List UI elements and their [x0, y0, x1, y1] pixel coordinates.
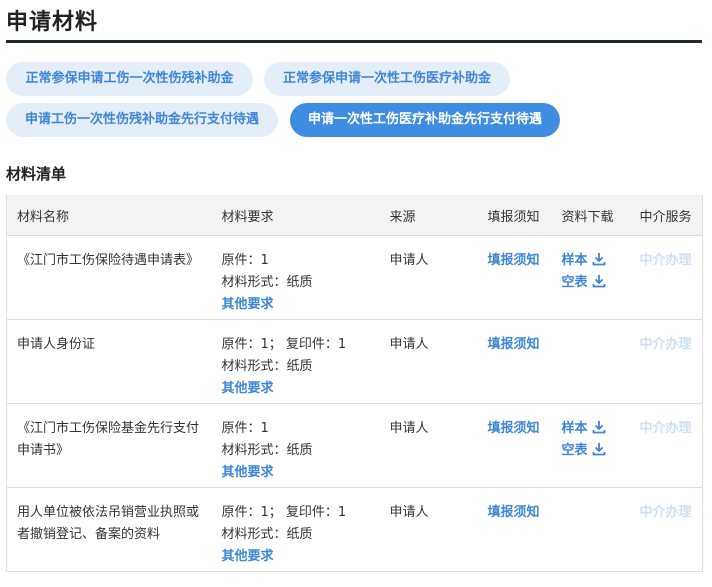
- fill-notice-link[interactable]: 填报须知: [488, 337, 540, 352]
- blank-form-label: 空表: [561, 275, 588, 290]
- sample-download-link[interactable]: 样本: [562, 250, 630, 272]
- column-header: 来源: [379, 195, 478, 236]
- requirement-copies: 原件：1； 复印件：1: [221, 505, 347, 520]
- material-name: 《江门市工伤保险待遇申请表》: [6, 235, 212, 320]
- column-header: 中介服务: [629, 195, 703, 236]
- material-name: 《江门市工伤保险基金先行支付申请书》: [6, 403, 212, 488]
- download-icon: [592, 443, 605, 456]
- fill-notice-link[interactable]: 填报须知: [488, 253, 540, 268]
- table-row: 《江门市工伤保险基金先行支付申请书》 原件：1 材料形式：纸质 其他要求 申请人…: [6, 403, 703, 488]
- agency-service-link: 中介办理: [639, 253, 692, 268]
- requirement-form: 材料形式：纸质: [221, 527, 313, 542]
- column-header: 材料名称: [6, 195, 212, 236]
- title-divider: [6, 40, 702, 43]
- requirement-form: 材料形式：纸质: [221, 275, 313, 290]
- download-icon: [592, 421, 605, 434]
- requirement-copies: 原件：1: [221, 253, 269, 268]
- column-header: 资料下载: [551, 195, 630, 236]
- other-requirements-link[interactable]: 其他要求: [222, 546, 380, 568]
- material-source: 申请人: [379, 319, 478, 404]
- requirement-form: 材料形式：纸质: [221, 359, 313, 374]
- download-cell: 样本 空表: [551, 235, 630, 320]
- requirement-copies: 原件：1: [221, 421, 269, 436]
- blank-form-download-link[interactable]: 空表: [562, 272, 630, 294]
- download-icon: [592, 275, 605, 288]
- column-header: 填报须知: [477, 195, 552, 236]
- blank-form-label: 空表: [561, 443, 588, 458]
- download-cell: [551, 487, 630, 572]
- table-row: 申请人身份证 原件：1； 复印件：1 材料形式：纸质 其他要求 申请人 填报须知…: [6, 319, 703, 404]
- requirement-copies: 原件：1； 复印件：1: [221, 337, 347, 352]
- section-title: 材料清单: [6, 165, 67, 183]
- other-requirements-link[interactable]: 其他要求: [222, 378, 380, 400]
- sample-label: 样本: [561, 253, 588, 268]
- blank-form-download-link[interactable]: 空表: [562, 440, 630, 462]
- sample-download-link[interactable]: 样本: [562, 418, 630, 440]
- sample-label: 样本: [561, 421, 588, 436]
- table-header-row: 材料名称 材料要求 来源 填报须知 资料下载 中介服务: [6, 195, 703, 236]
- table-row: 用人单位被依法吊销营业执照或者撤销登记、备案的资料 原件：1； 复印件：1 材料…: [6, 487, 703, 572]
- material-requirements: 原件：1； 复印件：1 材料形式：纸质 其他要求: [211, 487, 380, 572]
- material-requirements: 原件：1； 复印件：1 材料形式：纸质 其他要求: [211, 319, 380, 404]
- tab-advance-medical-subsidy[interactable]: 申请一次性工伤医疗补助金先行支付待遇: [290, 103, 560, 137]
- fill-notice-link[interactable]: 填报须知: [488, 505, 540, 520]
- material-requirements: 原件：1 材料形式：纸质 其他要求: [211, 235, 380, 320]
- agency-service-link: 中介办理: [639, 337, 692, 352]
- table-row: 《江门市工伤保险待遇申请表》 原件：1 材料形式：纸质 其他要求 申请人 填报须…: [6, 235, 703, 320]
- download-cell: [551, 319, 630, 404]
- fill-notice-link[interactable]: 填报须知: [488, 421, 540, 436]
- tab-normal-disability-subsidy[interactable]: 正常参保申请工伤一次性伤残补助金: [6, 62, 253, 96]
- material-name: 申请人身份证: [6, 319, 212, 404]
- requirement-form: 材料形式：纸质: [221, 443, 313, 458]
- material-requirements: 原件：1 材料形式：纸质 其他要求: [211, 403, 380, 488]
- material-name: 用人单位被依法吊销营业执照或者撤销登记、备案的资料: [6, 487, 212, 572]
- tab-advance-disability-subsidy[interactable]: 申请工伤一次性伤残补助金先行支付待遇: [6, 103, 278, 137]
- material-source: 申请人: [379, 403, 478, 488]
- column-header: 材料要求: [211, 195, 380, 236]
- material-source: 申请人: [379, 487, 478, 572]
- other-requirements-link[interactable]: 其他要求: [222, 462, 380, 484]
- materials-table: 材料名称 材料要求 来源 填报须知 资料下载 中介服务 《江门市工伤保险待遇申请…: [6, 195, 703, 572]
- tab-normal-medical-subsidy[interactable]: 正常参保申请一次性工伤医疗补助金: [264, 62, 510, 96]
- download-icon: [592, 253, 605, 266]
- download-cell: 样本 空表: [551, 403, 630, 488]
- page-title: 申请材料: [6, 10, 99, 35]
- material-source: 申请人: [379, 235, 478, 320]
- agency-service-link: 中介办理: [639, 421, 692, 436]
- agency-service-link: 中介办理: [639, 505, 692, 520]
- other-requirements-link[interactable]: 其他要求: [222, 294, 380, 316]
